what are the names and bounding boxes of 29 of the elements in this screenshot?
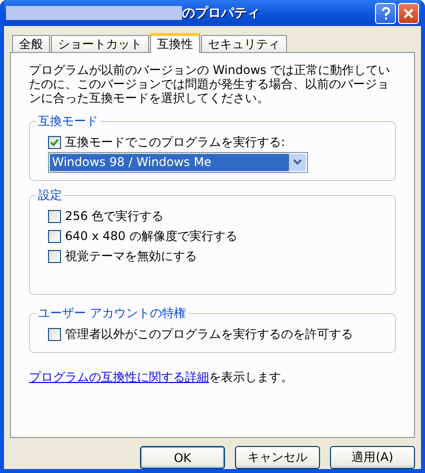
group-title: ユーザー アカウントの特権 xyxy=(36,305,188,322)
checkbox-label[interactable]: 視覚テーマを無効にする xyxy=(65,248,197,264)
close-button[interactable] xyxy=(398,2,419,24)
checkbox-label[interactable]: 管理者以外がこのプログラムを実行するのを許可する xyxy=(65,326,353,342)
checkbox[interactable] xyxy=(48,230,61,242)
tab[interactable]: ショートカット xyxy=(51,35,149,52)
dialog-button[interactable]: OK xyxy=(140,446,225,469)
description-text: プログラムが以前のバージョンの Windows では正常に動作していたのに、このバージョンでは問題が発生する場合、以前のバージョンに合った互換モードを選択してください。 xyxy=(29,63,392,105)
tab[interactable]: 互換性 xyxy=(150,33,200,53)
question-mark-icon xyxy=(380,6,390,20)
more-info-text: プログラムの互換性に関する詳細を表示します。 xyxy=(29,369,294,386)
checkbox[interactable] xyxy=(48,250,61,262)
dialog-button[interactable]: キャンセル xyxy=(235,446,320,469)
checkbox-label[interactable]: 互換モードでこのプログラムを実行する: xyxy=(65,134,286,150)
group-title: 設定 xyxy=(36,187,64,204)
checkbox-label[interactable]: 640 x 480 の解像度で実行する xyxy=(65,228,238,244)
help-button[interactable] xyxy=(375,2,396,24)
details-link[interactable]: プログラムの互換性に関する詳細 xyxy=(29,370,209,384)
checkbox[interactable] xyxy=(48,328,61,340)
checkbox[interactable] xyxy=(48,136,61,148)
checkbox-label[interactable]: 256 色で実行する xyxy=(65,208,164,224)
window-title: のプロパティ xyxy=(182,4,261,22)
close-icon xyxy=(403,8,414,18)
tab[interactable]: セキュリティ xyxy=(201,35,287,52)
checkbox[interactable] xyxy=(48,210,61,222)
tab[interactable]: 全般 xyxy=(12,35,50,52)
dropdown[interactable]: Windows 98 / Windows Me xyxy=(48,152,308,172)
group-title: 互換モード xyxy=(36,113,100,130)
dialog-button[interactable]: 適用(A) xyxy=(330,446,415,469)
